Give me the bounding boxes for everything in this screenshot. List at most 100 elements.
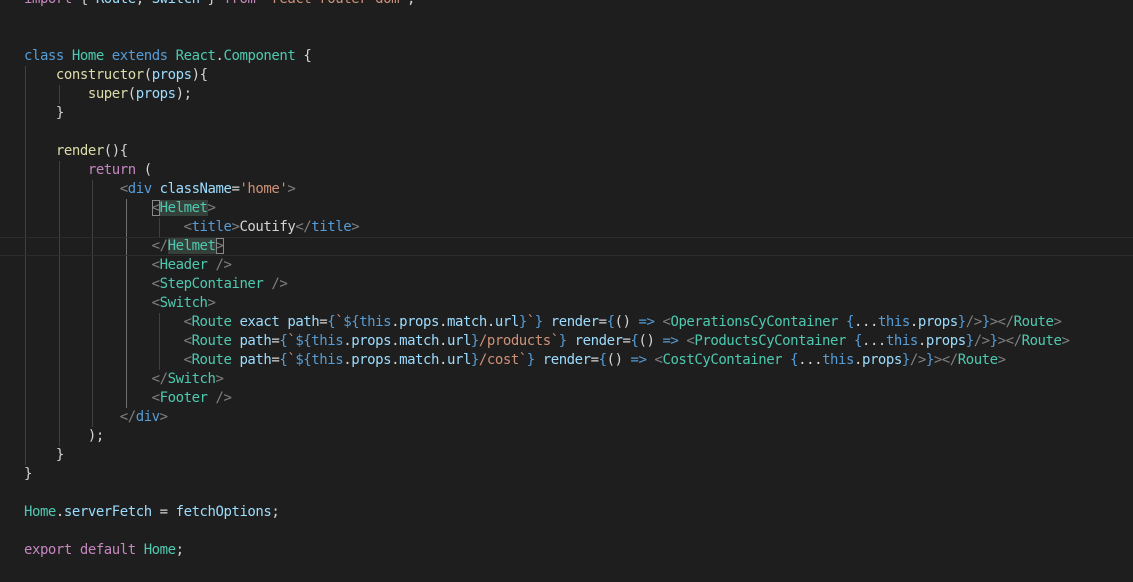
code-token: =: [151, 504, 176, 520]
code-line[interactable]: </Helmet>: [0, 237, 1133, 256]
code-line[interactable]: );: [0, 427, 1133, 446]
code-token: Route: [191, 352, 232, 368]
code-line[interactable]: class Home extends React.Component {: [0, 47, 1133, 66]
code-line[interactable]: <Route exact path={`${this.props.match.u…: [0, 313, 1133, 332]
code-line[interactable]: </Switch>: [0, 370, 1133, 389]
code-line[interactable]: }: [0, 446, 1133, 465]
code-token: props: [399, 314, 439, 330]
code-token: =: [590, 352, 599, 368]
code-token: render: [574, 333, 623, 349]
indent-guide: [25, 275, 26, 294]
code-token: props: [351, 352, 392, 368]
code-line[interactable]: </div>: [0, 408, 1133, 427]
code-token: .: [917, 333, 926, 349]
code-line[interactable]: [0, 123, 1133, 142]
code-token: render: [55, 143, 104, 159]
indent-guide: [92, 389, 94, 408]
code-token: this: [359, 314, 392, 330]
code-token: this: [311, 352, 344, 368]
code-token: title: [311, 219, 352, 235]
code-token: Switch: [159, 295, 208, 311]
code-token: (): [638, 333, 663, 349]
code-line[interactable]: <title>Coutify</title>: [0, 218, 1133, 237]
code-token: }: [55, 447, 64, 463]
indent-guide: [25, 180, 26, 199]
code-token: (: [143, 67, 152, 83]
indent-guide: [92, 218, 94, 237]
code-token: /products`: [478, 333, 559, 349]
indent-guide: [25, 218, 26, 237]
code-line[interactable]: <StepContainer />: [0, 275, 1133, 294]
code-line[interactable]: [0, 484, 1133, 503]
code-line[interactable]: super(props);: [0, 85, 1133, 104]
code-token: ProductsCyContainer: [694, 333, 846, 349]
code-token: ,: [136, 0, 152, 7]
code-token: =>: [638, 314, 655, 330]
code-token: StepContainer: [159, 276, 264, 292]
code-line[interactable]: }: [0, 465, 1133, 484]
code-line[interactable]: <Route path={`${this.props.match.url}/co…: [0, 351, 1133, 370]
indent-guide: [58, 370, 60, 389]
indent-guide: [25, 351, 26, 370]
code-token: ...: [854, 314, 878, 330]
code-line[interactable]: [0, 9, 1133, 28]
code-token: <: [151, 200, 160, 216]
code-token: }: [965, 333, 974, 349]
indent-guide: [25, 199, 26, 218]
code-token: (: [127, 86, 136, 102]
code-line[interactable]: [0, 28, 1133, 47]
code-line[interactable]: Home.serverFetch = fetchOptions;: [0, 503, 1133, 522]
code-line[interactable]: <Header />: [0, 256, 1133, 275]
indent-guide: [92, 180, 94, 199]
code-token: Home: [24, 504, 56, 520]
code-token: this: [885, 333, 918, 349]
code-token: (){: [103, 143, 128, 159]
indent-guide: [125, 256, 127, 275]
code-token: url: [446, 333, 471, 349]
code-line[interactable]: [0, 522, 1133, 541]
code-line[interactable]: <Switch>: [0, 294, 1133, 313]
indent-guide: [25, 104, 26, 123]
indent-guide: [25, 123, 26, 142]
code-token: class: [24, 48, 64, 64]
indent-guide: [25, 294, 26, 313]
indent-guide: [125, 275, 127, 294]
code-token: .: [343, 352, 352, 368]
code-line[interactable]: <Footer />: [0, 389, 1133, 408]
code-token: (: [135, 162, 152, 178]
code-token: }: [534, 314, 543, 330]
code-token: constructor: [55, 67, 144, 83]
code-line[interactable]: import { Route, Switch } from "react-rou…: [0, 0, 1133, 9]
code-line[interactable]: constructor(props){: [0, 66, 1133, 85]
indent-guide: [25, 408, 26, 427]
code-token: />: [271, 276, 288, 292]
code-token: <: [183, 219, 192, 235]
indent-guide: [92, 351, 94, 370]
code-line[interactable]: return (: [0, 161, 1133, 180]
code-token: .: [439, 314, 447, 330]
code-line[interactable]: <Route path={`${this.props.match.url}/pr…: [0, 332, 1133, 351]
indent-guide: [92, 313, 94, 332]
code-token: ${: [295, 333, 312, 349]
code-line[interactable]: }: [0, 104, 1133, 123]
code-line[interactable]: <Helmet>: [0, 199, 1133, 218]
code-token: .: [909, 314, 918, 330]
code-line[interactable]: <div className='home'>: [0, 180, 1133, 199]
code-token: }: [957, 314, 966, 330]
code-line[interactable]: export default Home;: [0, 541, 1133, 560]
code-token: Route: [191, 314, 232, 330]
code-editor[interactable]: import { Route, Switch } from "react-rou…: [0, 0, 1133, 582]
indent-guide: [125, 370, 127, 389]
code-line[interactable]: render(){: [0, 142, 1133, 161]
code-token: />: [215, 257, 232, 273]
code-token: from: [224, 0, 256, 7]
code-token: CostCyContainer: [662, 352, 783, 368]
